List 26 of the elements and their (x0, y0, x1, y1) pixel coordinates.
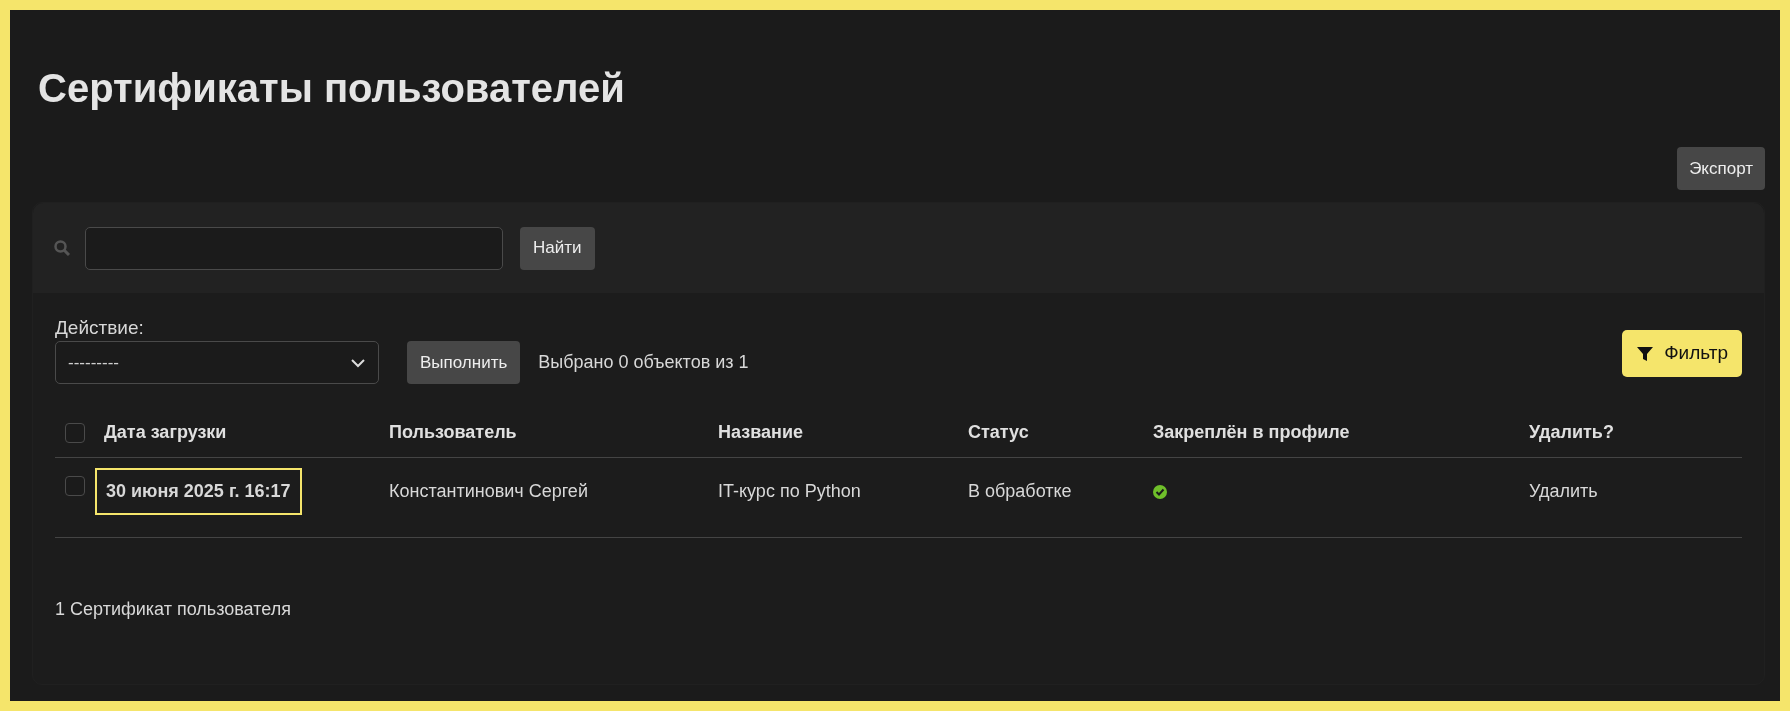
search-button[interactable]: Найти (520, 226, 595, 270)
column-header: Закреплён в профиле (1153, 422, 1350, 442)
column-header: Статус (968, 422, 1029, 442)
export-button[interactable]: Экспорт (1677, 147, 1765, 190)
result-count: 1 Сертификат пользователя (55, 599, 291, 619)
run-button[interactable]: Выполнить (407, 341, 521, 384)
chevron-down-icon (350, 357, 366, 368)
column-header: Пользователь (389, 422, 517, 442)
funnel-icon (1636, 344, 1655, 363)
date-cell: 30 июня 2025 г. 16:17 (95, 468, 302, 515)
table-cell: Константинович Сергей (389, 481, 588, 501)
column-header: Удалить? (1529, 422, 1614, 442)
page-title: Сертификаты пользователей (38, 65, 625, 112)
table-cell: IT-курс по Python (718, 481, 861, 501)
filter-button[interactable]: Фильтр (1622, 330, 1742, 377)
column-header: Дата загрузки (104, 422, 227, 442)
column-header: Название (718, 422, 803, 442)
action-select[interactable]: --------- (55, 341, 379, 384)
action-label: Действие: (55, 316, 144, 340)
search-field[interactable] (85, 226, 503, 270)
search-icon (53, 239, 71, 257)
selection-info: Выбрано 0 объектов из 1 (538, 351, 749, 374)
checkbox[interactable] (65, 422, 85, 443)
delete-link[interactable]: Удалить (1529, 481, 1598, 501)
checkbox[interactable] (65, 476, 85, 496)
table-cell: В обработке (968, 481, 1072, 501)
